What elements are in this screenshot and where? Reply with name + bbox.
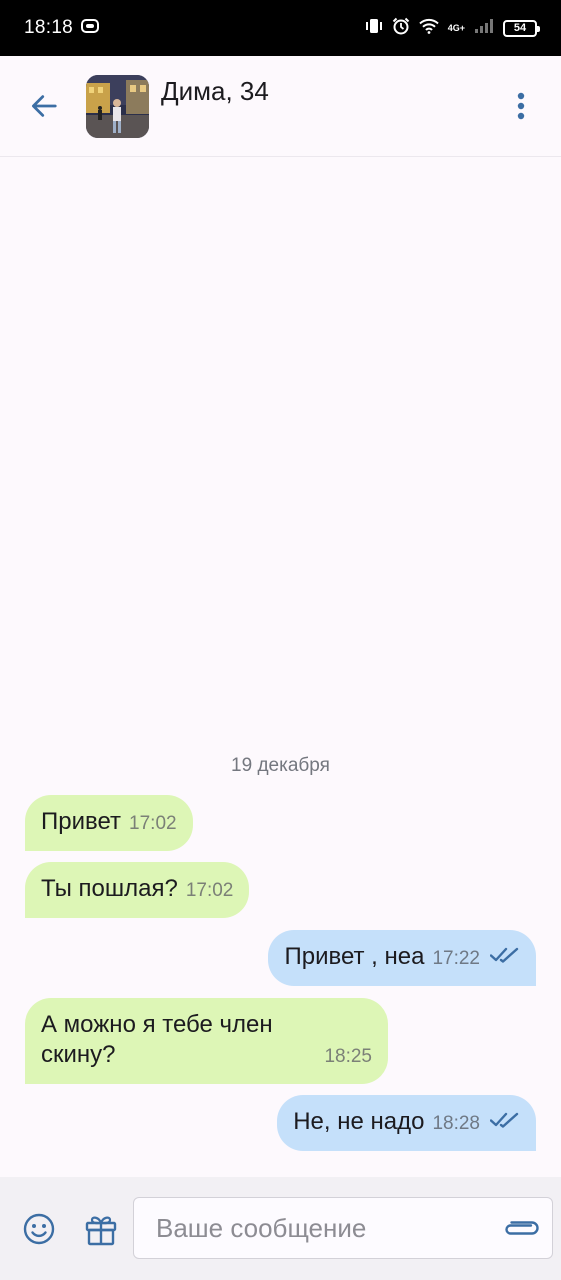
double-check-icon bbox=[489, 1106, 520, 1136]
emoji-button[interactable] bbox=[13, 1203, 65, 1255]
notification-icon bbox=[81, 18, 100, 38]
message-bubble-outgoing[interactable]: Не, не надо 18:28 bbox=[277, 1095, 536, 1151]
message-bubble-incoming[interactable]: Ты пошлая? 17:02 bbox=[25, 862, 250, 918]
more-vertical-icon bbox=[517, 92, 525, 120]
vibrate-icon bbox=[365, 17, 383, 40]
message-bubble-outgoing[interactable]: Привет , неа 17:22 bbox=[268, 930, 536, 986]
gift-button[interactable] bbox=[75, 1203, 127, 1255]
battery-icon: 54 bbox=[503, 19, 540, 37]
back-button[interactable] bbox=[12, 74, 76, 138]
status-bar: 18:18 4G+ 54 bbox=[0, 0, 561, 56]
battery-level: 54 bbox=[513, 22, 527, 34]
gift-icon bbox=[85, 1216, 117, 1246]
signal-icon bbox=[474, 18, 494, 39]
more-options-button[interactable] bbox=[501, 76, 541, 136]
network-label: 4G+ bbox=[447, 22, 465, 33]
message-text: Не, не надо bbox=[293, 1108, 425, 1135]
chat-header: Дима, 34 bbox=[0, 56, 561, 157]
message-time: 17:02 bbox=[129, 813, 177, 834]
message-input[interactable] bbox=[134, 1212, 484, 1244]
alarm-icon bbox=[392, 17, 410, 40]
message-input-box[interactable] bbox=[133, 1197, 553, 1259]
date-separator: 19 декабря bbox=[231, 755, 330, 776]
attach-button[interactable] bbox=[498, 1206, 542, 1250]
message-text-line: скину? bbox=[41, 1041, 116, 1068]
message-time: 17:02 bbox=[185, 880, 234, 901]
message-text-line: А можно я тебе член bbox=[41, 1011, 273, 1038]
status-left: 18:18 bbox=[24, 17, 100, 39]
status-time: 18:18 bbox=[24, 17, 74, 38]
message-bubble-incoming[interactable]: А можно я тебе член скину? 18:25 bbox=[25, 998, 388, 1084]
wifi-icon bbox=[419, 18, 439, 39]
message-text: Привет bbox=[41, 808, 122, 835]
message-time: 17:22 bbox=[432, 948, 480, 969]
emoji-icon bbox=[23, 1213, 55, 1245]
double-check-icon bbox=[489, 941, 520, 971]
avatar-photo bbox=[86, 74, 149, 138]
message-text: Привет , неа bbox=[284, 943, 425, 970]
status-icons: 4G+ 54 bbox=[365, 17, 540, 40]
arrow-left-icon bbox=[32, 95, 57, 117]
message-bubble-incoming[interactable]: Привет 17:02 bbox=[25, 795, 193, 851]
message-time: 18:25 bbox=[324, 1046, 372, 1067]
message-time: 18:28 bbox=[432, 1113, 480, 1134]
message-composer bbox=[0, 1177, 561, 1280]
message-text: Ты пошлая? bbox=[41, 875, 178, 902]
paperclip-icon bbox=[505, 1221, 539, 1235]
avatar[interactable] bbox=[86, 74, 149, 138]
contact-name[interactable]: Дима, 34 bbox=[161, 76, 269, 107]
